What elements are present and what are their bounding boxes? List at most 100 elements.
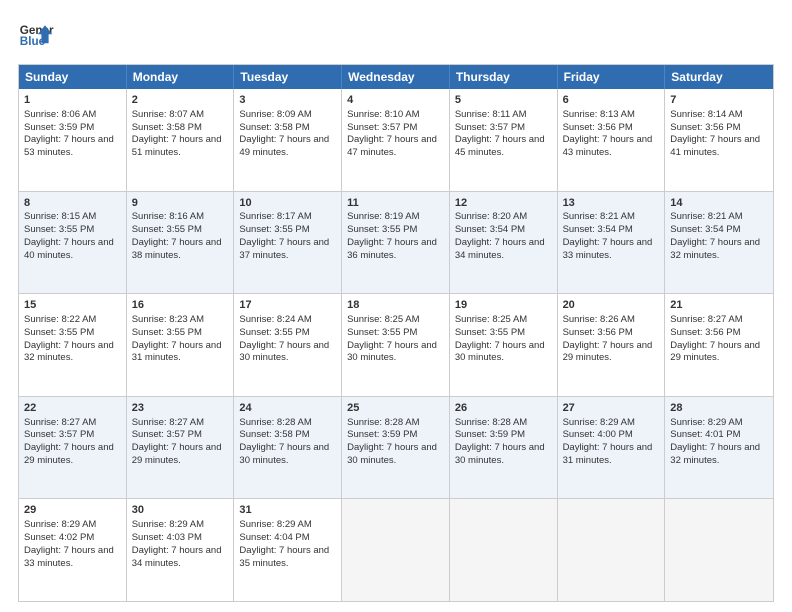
calendar-cell: 23Sunrise: 8:27 AMSunset: 3:57 PMDayligh… [127,397,235,499]
sunset-label: Sunset: 3:56 PM [563,327,633,338]
daylight-label: Daylight: 7 hours and 49 minutes. [239,134,329,158]
sunset-label: Sunset: 3:59 PM [455,429,525,440]
sunset-label: Sunset: 3:59 PM [347,429,417,440]
sunrise-label: Sunrise: 8:07 AM [132,109,204,120]
logo: General Blue [18,18,54,54]
daylight-label: Daylight: 7 hours and 30 minutes. [347,442,437,466]
daylight-label: Daylight: 7 hours and 29 minutes. [563,340,653,364]
calendar-cell: 12Sunrise: 8:20 AMSunset: 3:54 PMDayligh… [450,192,558,294]
day-number: 5 [455,93,552,108]
sunset-label: Sunset: 3:57 PM [24,429,94,440]
daylight-label: Daylight: 7 hours and 30 minutes. [347,340,437,364]
sunrise-label: Sunrise: 8:16 AM [132,211,204,222]
sunrise-label: Sunrise: 8:28 AM [239,417,311,428]
sunrise-label: Sunrise: 8:29 AM [670,417,742,428]
calendar-body: 1Sunrise: 8:06 AMSunset: 3:59 PMDaylight… [19,89,773,601]
header-day-wednesday: Wednesday [342,65,450,89]
sunrise-label: Sunrise: 8:25 AM [347,314,419,325]
sunrise-label: Sunrise: 8:09 AM [239,109,311,120]
day-number: 21 [670,298,768,313]
sunset-label: Sunset: 3:57 PM [347,122,417,133]
sunrise-label: Sunrise: 8:29 AM [563,417,635,428]
calendar-row-3: 15Sunrise: 8:22 AM Sunset: 3:55 PM Dayligh… [19,293,773,396]
day-number: 15 [24,298,121,313]
day-number: 25 [347,401,444,416]
day-number: 29 [24,503,121,518]
calendar-cell: 17Sunrise: 8:24 AMSunset: 3:55 PMDayligh… [234,294,342,396]
calendar-cell: 1Sunrise: 8:06 AMSunset: 3:59 PMDaylight… [19,89,127,191]
calendar-row-1: 1Sunrise: 8:06 AMSunset: 3:59 PMDaylight… [19,89,773,191]
day-number: 18 [347,298,444,313]
sunset-label: Sunset: 4:02 PM [24,532,94,543]
sunset-label: Sunset: 3:57 PM [455,122,525,133]
daylight-label: Daylight: 7 hours and 29 minutes. [132,442,222,466]
calendar-cell [558,499,666,601]
calendar: SundayMondayTuesdayWednesdayThursdayFrid… [18,64,774,602]
calendar-cell: 10Sunrise: 8:17 AMSunset: 3:55 PMDayligh… [234,192,342,294]
calendar-cell: 28Sunrise: 8:29 AMSunset: 4:01 PMDayligh… [665,397,773,499]
sunset-label: Sunset: 4:04 PM [239,532,309,543]
daylight-label: Daylight: 7 hours and 51 minutes. [132,134,222,158]
sunset-label: Sunset: 3:55 PM [132,224,202,235]
sunrise-label: Sunrise: 8:21 AM [670,211,742,222]
day-number: 20 [563,298,660,313]
calendar-cell: 24Sunrise: 8:28 AMSunset: 3:58 PMDayligh… [234,397,342,499]
calendar-row-2: 8Sunrise: 8:15 AMSunset: 3:55 PMDaylight… [19,191,773,294]
daylight-label: Daylight: 7 hours and 30 minutes. [239,340,329,364]
day-number: 9 [132,196,229,211]
sunset-label: Sunset: 4:00 PM [563,429,633,440]
day-number: 30 [132,503,229,518]
day-number: 31 [239,503,336,518]
daylight-label: Daylight: 7 hours and 47 minutes. [347,134,437,158]
daylight-label: Daylight: 7 hours and 34 minutes. [132,545,222,569]
sunrise-label: Sunrise: 8:27 AM [132,417,204,428]
calendar-cell: 8Sunrise: 8:15 AMSunset: 3:55 PMDaylight… [19,192,127,294]
day-number: 17 [239,298,336,313]
calendar-cell [450,499,558,601]
calendar-cell: 29Sunrise: 8:29 AMSunset: 4:02 PMDayligh… [19,499,127,601]
sunrise-label: Sunrise: 8:17 AM [239,211,311,222]
daylight-label: Daylight: 7 hours and 31 minutes. [563,442,653,466]
calendar-cell: 9Sunrise: 8:16 AMSunset: 3:55 PMDaylight… [127,192,235,294]
logo-icon: General Blue [18,18,54,54]
day-number: 28 [670,401,768,416]
sunrise-label: Sunrise: 8:27 AM [24,417,96,428]
day-number: 7 [670,93,768,108]
daylight-label: Daylight: 7 hours and 32 minutes. [670,442,760,466]
header-day-tuesday: Tuesday [234,65,342,89]
daylight-label: Daylight: 7 hours and 31 minutes. [132,340,222,364]
sunset-label: Sunset: 3:56 PM [563,122,633,133]
daylight-label: Daylight: 7 hours and 33 minutes. [24,545,114,569]
daylight-label: Daylight: 7 hours and 37 minutes. [239,237,329,261]
calendar-cell: 7Sunrise: 8:14 AMSunset: 3:56 PMDaylight… [665,89,773,191]
header-day-thursday: Thursday [450,65,558,89]
calendar-cell: 11Sunrise: 8:19 AMSunset: 3:55 PMDayligh… [342,192,450,294]
calendar-cell: 16Sunrise: 8:23 AMSunset: 3:55 PMDayligh… [127,294,235,396]
calendar-cell: 14Sunrise: 8:21 AMSunset: 3:54 PMDayligh… [665,192,773,294]
sunset-label: Sunset: 3:58 PM [239,429,309,440]
daylight-label: Daylight: 7 hours and 32 minutes. [24,340,114,364]
sunset-label: Sunset: 3:55 PM [239,327,309,338]
day-number: 11 [347,196,444,211]
sunrise-label: Sunrise: 8:25 AM [455,314,527,325]
daylight-label: Daylight: 7 hours and 30 minutes. [239,442,329,466]
day-number: 4 [347,93,444,108]
calendar-cell: 2Sunrise: 8:07 AMSunset: 3:58 PMDaylight… [127,89,235,191]
sunset-label: Sunset: 3:55 PM [347,224,417,235]
calendar-cell: 18Sunrise: 8:25 AMSunset: 3:55 PMDayligh… [342,294,450,396]
sunrise-label: Sunrise: 8:29 AM [239,519,311,530]
header-day-saturday: Saturday [665,65,773,89]
header-day-friday: Friday [558,65,666,89]
calendar-cell: 5Sunrise: 8:11 AMSunset: 3:57 PMDaylight… [450,89,558,191]
daylight-label: Daylight: 7 hours and 34 minutes. [455,237,545,261]
sunset-label: Sunset: 3:55 PM [24,327,94,338]
day-number: 27 [563,401,660,416]
daylight-label: Daylight: 7 hours and 53 minutes. [24,134,114,158]
daylight-label: Daylight: 7 hours and 35 minutes. [239,545,329,569]
page: General Blue SundayMondayTuesdayWednesda… [0,0,792,612]
sunrise-label: Sunrise: 8:22 AM [24,314,96,325]
sunset-label: Sunset: 3:57 PM [132,429,202,440]
sunrise-label: Sunrise: 8:21 AM [563,211,635,222]
sunset-label: Sunset: 3:54 PM [670,224,740,235]
daylight-label: Daylight: 7 hours and 29 minutes. [670,340,760,364]
